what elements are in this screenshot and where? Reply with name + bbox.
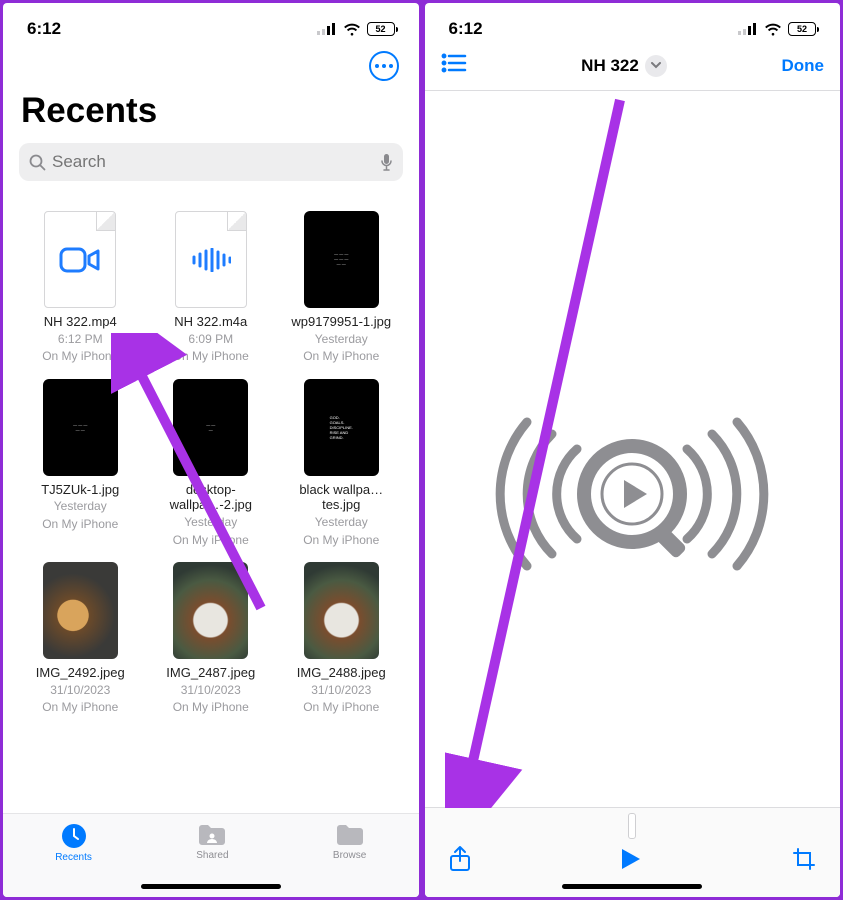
list-button[interactable]	[441, 53, 467, 78]
tab-label: Shared	[196, 850, 228, 861]
file-item-image[interactable]: IMG_2487.jpeg 31/10/2023 On My iPhone	[146, 562, 277, 716]
folder-icon	[335, 822, 365, 848]
file-item-video[interactable]: NH 322.mp4 6:12 PM On My iPhone	[15, 211, 146, 365]
file-name: IMG_2488.jpeg	[297, 661, 386, 681]
file-grid: NH 322.mp4 6:12 PM On My iPhone NH 322.m…	[3, 191, 419, 716]
image-thumbnail	[43, 562, 118, 659]
scrubber-handle[interactable]	[628, 813, 636, 839]
file-name: black wallpa…tes.jpg	[281, 478, 401, 513]
file-name: IMG_2492.jpeg	[36, 661, 125, 681]
status-icons: 52	[738, 22, 816, 36]
file-location: On My iPhone	[303, 349, 379, 365]
file-time: Yesterday	[315, 515, 368, 531]
image-thumbnail: GOD.GOALS.DISCIPLINE.RISE ANDGRIND.	[304, 379, 379, 476]
file-location: On My iPhone	[42, 700, 118, 716]
files-app-recents: 6:12 52 Recents NH 322.mp4	[3, 3, 419, 897]
file-time: 31/10/2023	[181, 683, 241, 699]
home-indicator[interactable]	[562, 884, 702, 889]
chevron-down-icon	[645, 55, 667, 77]
file-item-image[interactable]: — —— desktop-wallpa…-2.jpg Yesterday On …	[146, 379, 277, 548]
tab-label: Browse	[333, 850, 366, 861]
page-title: Recents	[19, 87, 403, 143]
file-location: On My iPhone	[173, 349, 249, 365]
nav-bar: NH 322 Done	[425, 43, 841, 91]
audio-preview-screen: 6:12 52 NH 322 Done	[425, 3, 841, 897]
file-name: wp9179951-1.jpg	[291, 310, 391, 330]
home-indicator[interactable]	[141, 884, 281, 889]
play-button[interactable]	[620, 847, 642, 876]
file-item-image[interactable]: IMG_2488.jpeg 31/10/2023 On My iPhone	[276, 562, 407, 716]
file-name: TJ5ZUk-1.jpg	[41, 478, 119, 498]
file-name: NH 322.m4a	[174, 310, 247, 330]
file-name: NH 322.mp4	[44, 310, 117, 330]
file-item-image[interactable]: IMG_2492.jpeg 31/10/2023 On My iPhone	[15, 562, 146, 716]
wifi-icon	[764, 23, 782, 36]
status-time: 6:12	[27, 19, 61, 39]
status-bar: 6:12 52	[425, 3, 841, 43]
file-time: Yesterday	[54, 499, 107, 515]
more-options-button[interactable]	[369, 51, 399, 81]
search-input[interactable]	[52, 152, 374, 172]
image-thumbnail: — ——	[173, 379, 248, 476]
image-thumbnail	[304, 562, 379, 659]
done-button[interactable]: Done	[781, 56, 824, 76]
file-location: On My iPhone	[42, 517, 118, 533]
battery-icon: 52	[788, 22, 816, 36]
audio-placeholder-icon	[467, 404, 797, 584]
file-time: 31/10/2023	[311, 683, 371, 699]
status-time: 6:12	[449, 19, 483, 39]
file-location: On My iPhone	[173, 533, 249, 549]
video-icon	[59, 245, 101, 275]
image-thumbnail	[173, 562, 248, 659]
nav-title[interactable]: NH 322	[581, 55, 667, 77]
file-time: 31/10/2023	[50, 683, 110, 699]
file-item-image[interactable]: GOD.GOALS.DISCIPLINE.RISE ANDGRIND. blac…	[276, 379, 407, 548]
cellular-icon	[317, 23, 337, 35]
title-text: NH 322	[581, 56, 639, 76]
audio-thumbnail	[175, 211, 247, 308]
search-icon	[29, 154, 46, 171]
preview-area	[425, 91, 841, 897]
crop-button[interactable]	[792, 847, 816, 876]
file-location: On My iPhone	[303, 533, 379, 549]
file-item-image[interactable]: — — —— — TJ5ZUk-1.jpg Yesterday On My iP…	[15, 379, 146, 548]
file-time: 6:09 PM	[188, 332, 233, 348]
file-item-audio[interactable]: NH 322.m4a 6:09 PM On My iPhone	[146, 211, 277, 365]
file-time: 6:12 PM	[58, 332, 103, 348]
mic-icon[interactable]	[380, 153, 393, 171]
wifi-icon	[343, 23, 361, 36]
video-thumbnail	[44, 211, 116, 308]
image-thumbnail: — — —— —	[43, 379, 118, 476]
cellular-icon	[738, 23, 758, 35]
scrubber-row	[425, 808, 841, 844]
file-time: Yesterday	[315, 332, 368, 348]
header: Recents	[3, 43, 419, 191]
tab-label: Recents	[55, 852, 92, 863]
file-location: On My iPhone	[303, 700, 379, 716]
status-icons: 52	[317, 22, 395, 36]
file-location: On My iPhone	[42, 349, 118, 365]
file-name: IMG_2487.jpeg	[166, 661, 255, 681]
search-bar[interactable]	[19, 143, 403, 181]
tab-recents[interactable]: Recents	[55, 822, 92, 863]
file-item-image[interactable]: — — —— — —— — wp9179951-1.jpg Yesterday …	[276, 211, 407, 365]
file-name: desktop-wallpa…-2.jpg	[151, 478, 271, 513]
waveform-icon	[191, 248, 231, 272]
folder-shared-icon	[197, 822, 227, 848]
image-thumbnail: — — —— — —— —	[304, 211, 379, 308]
tab-browse[interactable]: Browse	[333, 822, 366, 861]
battery-icon: 52	[367, 22, 395, 36]
share-button[interactable]	[449, 845, 471, 878]
status-bar: 6:12 52	[3, 3, 419, 43]
tab-shared[interactable]: Shared	[196, 822, 228, 861]
file-location: On My iPhone	[173, 700, 249, 716]
file-time: Yesterday	[184, 515, 237, 531]
clock-icon	[60, 822, 88, 850]
